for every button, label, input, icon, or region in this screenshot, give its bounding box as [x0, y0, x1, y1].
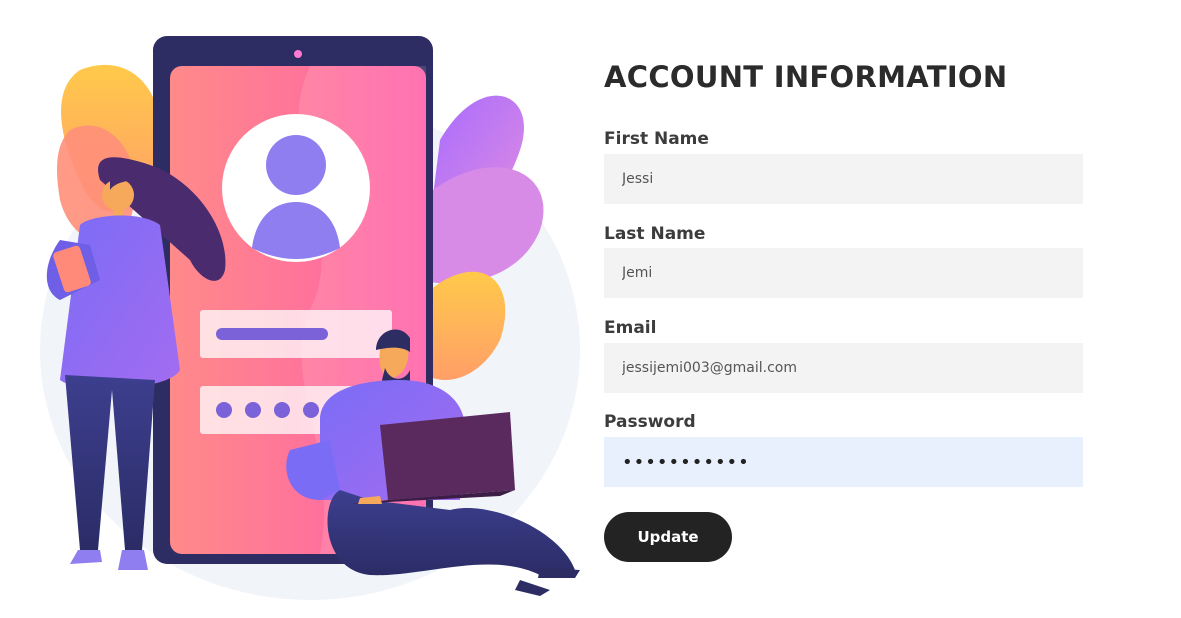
first-name-field[interactable] [604, 154, 1083, 204]
account-page: ACCOUNT INFORMATION First Name Last Name… [0, 0, 1181, 618]
email-label: Email [604, 318, 657, 338]
password-field[interactable] [604, 437, 1083, 487]
first-name-label: First Name [604, 129, 709, 149]
email-field[interactable] [604, 343, 1083, 393]
update-button[interactable]: Update [604, 512, 732, 562]
last-name-field[interactable] [604, 248, 1083, 298]
user-profile-illustration [40, 36, 580, 600]
form-fields: First Name Last Name Email Password Upda… [604, 0, 1083, 618]
phone-camera [294, 50, 302, 58]
password-label: Password [604, 412, 696, 432]
last-name-label: Last Name [604, 224, 706, 244]
